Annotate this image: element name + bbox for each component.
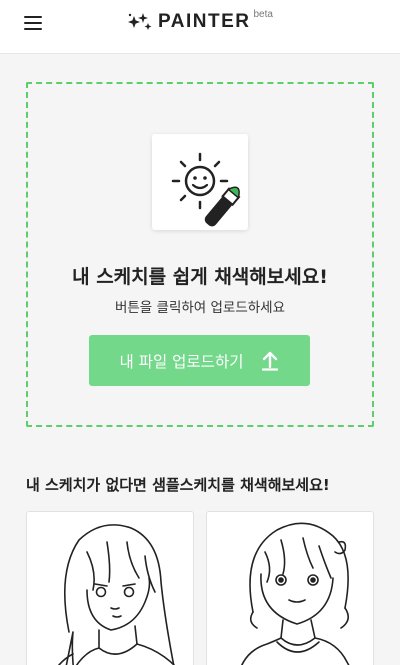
painter-logo[interactable]: PAINTER beta bbox=[126, 8, 273, 34]
sample-sketch-2[interactable] bbox=[206, 511, 374, 665]
upload-arrow-icon bbox=[262, 351, 279, 371]
sun-brush-icon bbox=[152, 134, 264, 246]
logo-text: PAINTER bbox=[158, 11, 251, 32]
short-hair-girl-sketch bbox=[241, 522, 350, 665]
top-header: PAINTER beta bbox=[0, 0, 400, 54]
upload-title: 내 스케치를 쉽게 채색해보세요! bbox=[72, 266, 328, 288]
sparkle-icon bbox=[128, 13, 152, 30]
upload-dropzone[interactable]: 내 스케치를 쉽게 채색해보세요! 버튼을 클릭하여 업로드하세요 내 파일 업… bbox=[26, 82, 374, 427]
long-hair-girl-sketch bbox=[57, 524, 176, 665]
hamburger-menu-icon[interactable] bbox=[24, 14, 42, 32]
upload-button-label: 내 파일 업로드하기 bbox=[119, 352, 244, 371]
upload-subtitle: 버튼을 클릭하여 업로드하세요 bbox=[114, 300, 286, 316]
sample-section-heading: 내 스케치가 없다면 샘플스케치를 채색해보세요! bbox=[26, 476, 330, 494]
upload-file-button[interactable]: 내 파일 업로드하기 bbox=[89, 335, 310, 386]
sample-sketch-1[interactable] bbox=[26, 511, 194, 665]
beta-badge: beta bbox=[253, 8, 273, 20]
